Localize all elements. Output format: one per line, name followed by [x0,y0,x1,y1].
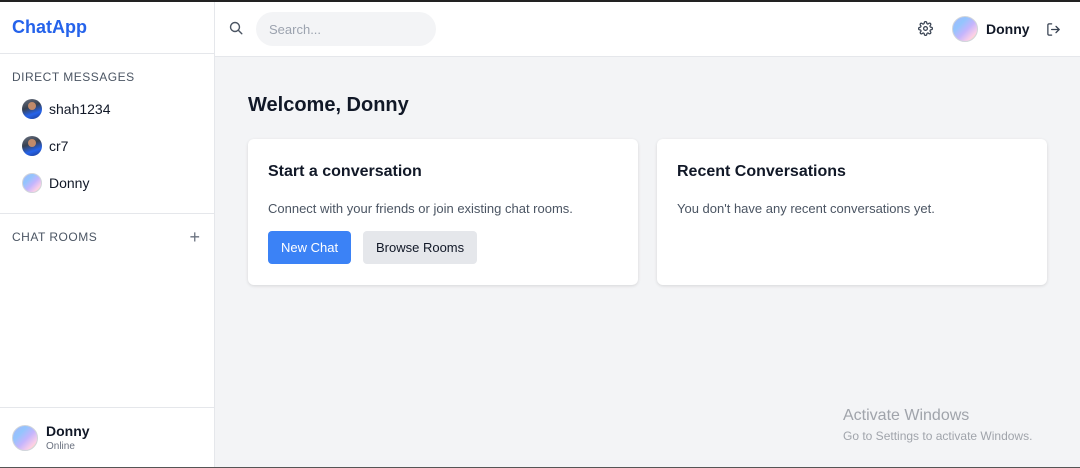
watermark-title: Activate Windows [843,407,970,424]
direct-messages-section: DIRECT MESSAGES shah1234 cr7 Donny [0,54,214,214]
chat-rooms-section: CHAT ROOMS + [0,214,214,260]
direct-messages-list: shah1234 cr7 Donny [12,90,202,201]
current-user-panel: Donny Online [0,407,214,467]
gear-icon[interactable] [918,21,933,36]
logout-icon[interactable] [1046,22,1061,37]
sidebar: ChatApp DIRECT MESSAGES shah1234 cr7 Don… [0,2,215,467]
dm-item-cr7[interactable]: cr7 [12,127,202,164]
new-chat-button[interactable]: New Chat [268,231,352,264]
avatar [22,172,42,193]
plus-icon[interactable]: + [189,227,202,248]
user-menu[interactable]: Donny [952,16,1030,42]
dm-item-label: Donny [49,174,90,191]
page-title: Welcome, Donny [248,94,409,116]
dm-item-shah1234[interactable]: shah1234 [12,90,202,127]
search-input[interactable] [256,12,436,46]
current-user-name: Donny [46,423,90,439]
direct-messages-title: DIRECT MESSAGES [12,70,135,84]
main-content: Welcome, Donny Start a conversation Conn… [215,57,1080,467]
header-user-name: Donny [986,21,1030,37]
watermark-subtitle: Go to Settings to activate Windows. [843,429,1033,443]
brand-logo[interactable]: ChatApp [0,2,214,54]
browse-rooms-button[interactable]: Browse Rooms [363,231,478,264]
chat-rooms-title: CHAT ROOMS [12,230,98,244]
search-icon [229,21,243,35]
avatar [12,424,38,451]
card-text: Connect with your friends or join existi… [268,201,573,216]
top-header: Donny [215,2,1080,57]
start-conversation-card: Start a conversation Connect with your f… [248,139,638,285]
current-user-status: Online [46,441,75,452]
card-title: Start a conversation [268,163,422,180]
dm-item-donny[interactable]: Donny [12,164,202,201]
avatar [22,135,42,156]
avatar [952,16,978,42]
activate-windows-watermark: Activate Windows Go to Settings to activ… [843,407,1032,443]
current-user-info: Donny Online [46,423,90,452]
dm-item-label: cr7 [49,137,69,154]
recent-conversations-card: Recent Conversations You don't have any … [657,139,1047,285]
chat-app: ChatApp DIRECT MESSAGES shah1234 cr7 Don… [0,0,1080,468]
dm-item-label: shah1234 [49,100,111,117]
card-text: You don't have any recent conversations … [677,201,935,216]
card-title: Recent Conversations [677,163,846,180]
avatar [22,98,42,119]
